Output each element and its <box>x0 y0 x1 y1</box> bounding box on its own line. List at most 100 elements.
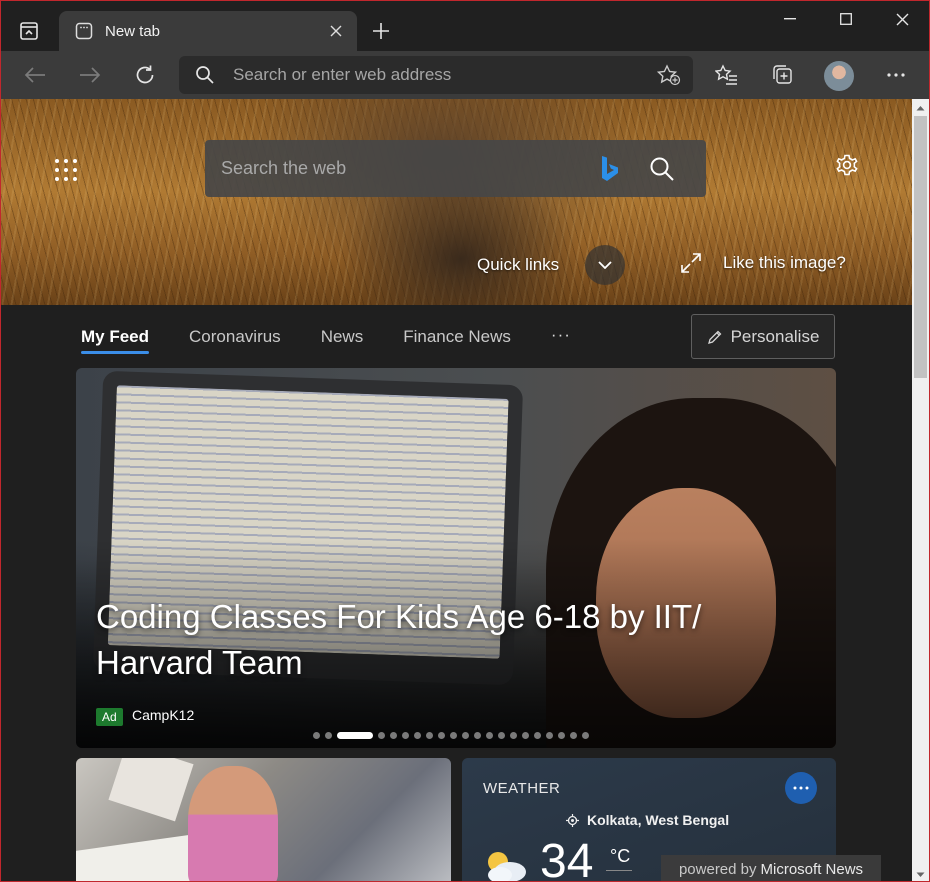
carousel-dot[interactable] <box>570 732 577 739</box>
card-image-overlay <box>76 368 836 748</box>
favorites-button[interactable] <box>709 57 745 93</box>
new-tab-button[interactable] <box>365 15 397 47</box>
weather-location-label: Kolkata, West Bengal <box>587 812 730 828</box>
scroll-down-arrow-icon <box>916 872 925 877</box>
page-scrollbar[interactable] <box>912 99 929 881</box>
carousel-dot[interactable] <box>426 732 433 739</box>
tab-coronavirus[interactable]: Coronavirus <box>189 327 281 353</box>
carousel-dot[interactable] <box>390 732 397 739</box>
scrollbar-thumb[interactable] <box>914 116 927 378</box>
add-favorite-icon[interactable] <box>657 64 681 86</box>
pencil-icon <box>707 330 721 344</box>
card-headline[interactable]: Coding Classes For Kids Age 6-18 by IIT/… <box>96 594 776 686</box>
toolbar <box>1 51 929 99</box>
arrow-right-icon <box>80 67 101 83</box>
carousel-dot[interactable] <box>337 732 373 739</box>
news-image-sign <box>108 758 194 822</box>
carousel-dot[interactable] <box>534 732 541 739</box>
weather-title: WEATHER <box>483 780 561 797</box>
web-search-button[interactable] <box>645 152 679 186</box>
tab-actions-icon <box>20 22 38 40</box>
weather-temperature: 34 <box>540 835 594 882</box>
quick-links-label: Quick links <box>477 255 560 274</box>
app-launcher-icon[interactable] <box>51 155 81 185</box>
close-icon <box>896 13 908 25</box>
personalise-button[interactable]: Personalise <box>691 314 835 359</box>
tab-close-button[interactable] <box>321 16 351 46</box>
new-tab-page: Quick links Like this image? My Feed Cor… <box>1 99 912 882</box>
address-bar <box>179 56 693 94</box>
carousel-dot[interactable] <box>486 732 493 739</box>
carousel-dot[interactable] <box>313 732 320 739</box>
powered-by-badge[interactable]: powered by Microsoft News <box>661 855 881 881</box>
search-icon <box>196 66 214 84</box>
carousel-dot[interactable] <box>498 732 505 739</box>
carousel-dot[interactable] <box>325 732 332 739</box>
carousel-dot[interactable] <box>462 732 469 739</box>
tab-actions-button[interactable] <box>9 11 49 51</box>
refresh-button[interactable] <box>127 57 163 93</box>
weather-unit-divider <box>606 870 632 871</box>
tab-new-tab[interactable]: New tab <box>59 11 357 51</box>
maximize-button[interactable] <box>817 1 875 37</box>
carousel-dot[interactable] <box>402 732 409 739</box>
refresh-icon <box>136 65 154 84</box>
featured-ad-card[interactable]: Coding Classes For Kids Age 6-18 by IIT/… <box>76 368 836 748</box>
carousel-dot[interactable] <box>582 732 589 739</box>
close-icon <box>330 25 342 37</box>
powered-by-prefix: powered by <box>678 860 757 878</box>
feed-tabs: My Feed Coronavirus News Finance News ··… <box>81 325 571 354</box>
chevron-down-icon <box>598 261 612 269</box>
partly-cloudy-rain-icon <box>488 852 526 881</box>
tab-finance-news[interactable]: Finance News <box>403 327 511 353</box>
back-button[interactable] <box>17 57 53 93</box>
weather-unit[interactable]: °C <box>610 846 630 867</box>
minimize-icon <box>784 18 796 20</box>
scroll-down-button[interactable] <box>912 866 929 881</box>
address-input[interactable] <box>233 56 633 94</box>
carousel-dot[interactable] <box>450 732 457 739</box>
close-window-button[interactable] <box>873 1 929 37</box>
minimize-button[interactable] <box>761 1 819 37</box>
quick-links-toggle-button[interactable] <box>585 245 626 285</box>
weather-location[interactable]: Kolkata, West Bengal <box>566 812 729 828</box>
bing-logo-icon <box>602 156 618 181</box>
tab-news[interactable]: News <box>321 327 364 353</box>
more-tabs-button[interactable]: ··· <box>551 325 571 345</box>
carousel-dot[interactable] <box>546 732 553 739</box>
web-search-box <box>205 140 706 197</box>
news-card[interactable] <box>76 758 451 881</box>
tab-my-feed[interactable]: My Feed <box>81 327 150 354</box>
gear-icon <box>836 154 858 176</box>
favorites-icon <box>715 64 737 85</box>
collections-icon <box>773 65 792 84</box>
carousel-dot[interactable] <box>558 732 565 739</box>
carousel-dot[interactable] <box>438 732 445 739</box>
like-this-image-link[interactable]: Like this image? <box>723 253 846 273</box>
ad-source: CampK12 <box>132 707 195 723</box>
carousel-dot[interactable] <box>378 732 385 739</box>
location-icon <box>566 813 579 827</box>
title-bar: New tab <box>1 1 929 51</box>
tab-title: New tab <box>105 22 161 40</box>
ad-badge: Ad <box>96 708 123 726</box>
expand-image-icon[interactable] <box>679 251 703 275</box>
background-image: Quick links Like this image? <box>1 99 912 305</box>
weather-more-button[interactable] <box>785 772 817 804</box>
search-icon <box>650 157 674 181</box>
profile-avatar[interactable] <box>824 61 854 91</box>
carousel-dot[interactable] <box>522 732 529 739</box>
scroll-up-button[interactable] <box>912 99 929 116</box>
maximize-icon <box>840 13 852 25</box>
carousel-dot[interactable] <box>510 732 517 739</box>
plus-icon <box>373 23 389 39</box>
new-tab-page-icon <box>75 22 93 40</box>
page-settings-button[interactable] <box>831 149 863 181</box>
collections-button[interactable] <box>765 57 801 93</box>
carousel-dot[interactable] <box>474 732 481 739</box>
browser-window: New tab Search or enter web address Sear… <box>0 0 930 882</box>
settings-more-button[interactable] <box>878 57 914 93</box>
forward-button[interactable] <box>72 57 108 93</box>
web-search-input[interactable] <box>221 140 591 197</box>
carousel-dot[interactable] <box>414 732 421 739</box>
